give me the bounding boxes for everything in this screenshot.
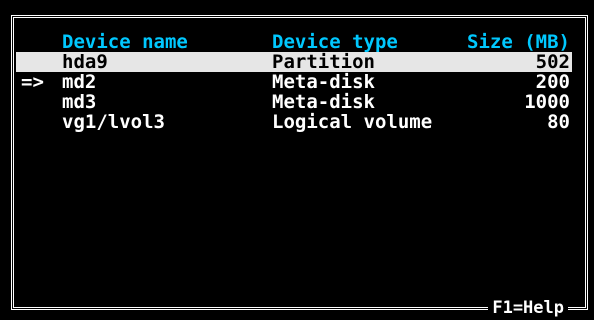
row-device-type: Partition <box>272 51 375 73</box>
row-size: 502 <box>535 51 570 73</box>
row-device-name: hda9 <box>62 51 108 73</box>
table-row-md3[interactable]: md3 Meta-disk 1000 <box>0 92 594 112</box>
table-row-hda9[interactable]: hda9 Partition 502 <box>0 52 594 72</box>
help-hint: F1=Help <box>488 299 568 317</box>
device-list-screen: Device name Device type Size (MB) hda9 P… <box>0 0 594 320</box>
row-device-name: md3 <box>62 91 97 113</box>
row-size: 1000 <box>524 91 570 113</box>
header-device-type: Device type <box>272 31 398 53</box>
header-size: Size (MB) <box>467 31 570 53</box>
table-row-md2[interactable]: => md2 Meta-disk 200 <box>0 72 594 92</box>
row-device-name: vg1/lvol3 <box>62 111 165 133</box>
table-row-vg1-lvol3[interactable]: vg1/lvol3 Logical volume 80 <box>0 112 594 132</box>
column-header-row: Device name Device type Size (MB) <box>0 32 594 52</box>
row-device-name: md2 <box>62 71 97 93</box>
row-size: 200 <box>535 71 570 93</box>
header-device-name: Device name <box>62 31 188 53</box>
row-marker: => <box>21 71 44 93</box>
row-device-type: Logical volume <box>272 111 433 133</box>
row-size: 80 <box>547 111 570 133</box>
row-device-type: Meta-disk <box>272 91 375 113</box>
row-device-type: Meta-disk <box>272 71 375 93</box>
